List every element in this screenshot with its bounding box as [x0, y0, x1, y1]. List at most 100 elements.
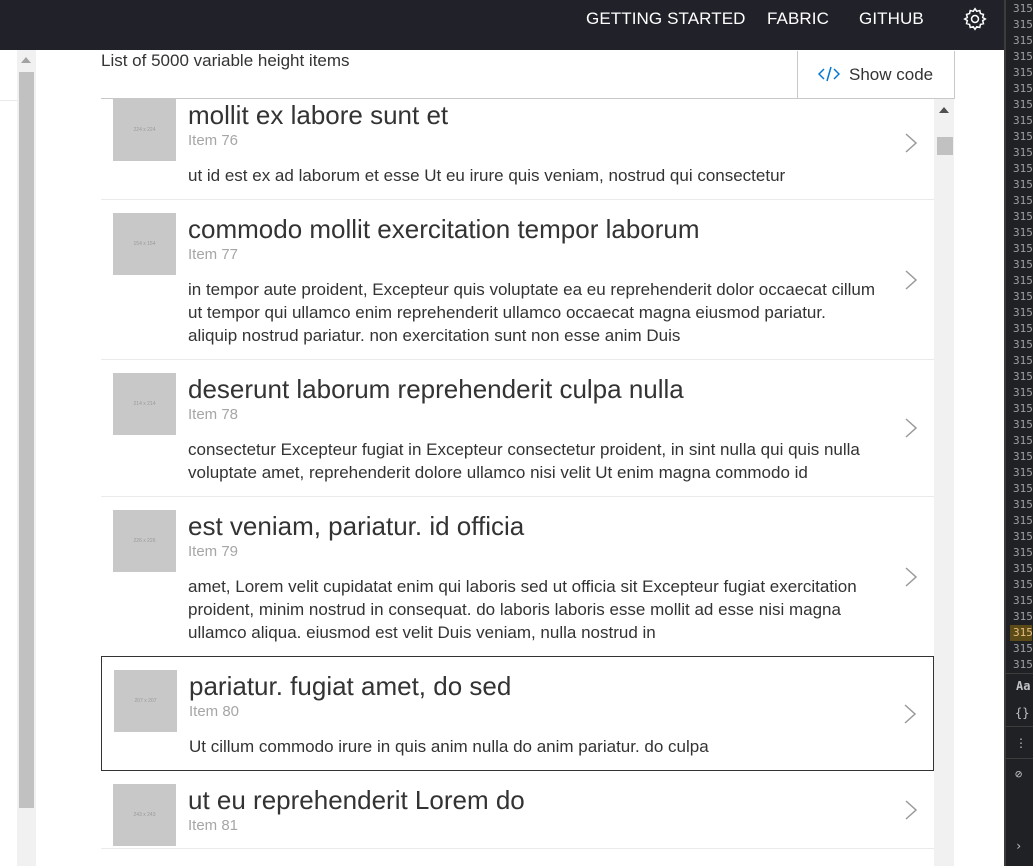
show-code-button[interactable]: Show code: [797, 51, 955, 99]
list-title: List of 5000 variable height items: [101, 51, 350, 70]
variable-height-list[interactable]: 224 x 224 mollit ex labore sunt et Item 76…: [101, 98, 954, 866]
chevron-right-icon[interactable]: [904, 269, 918, 291]
list-item[interactable]: 214 x 214 deserunt laborum reprehenderit …: [101, 360, 934, 497]
item-index: Item 79: [188, 543, 239, 560]
item-description: amet, Lorem velit cupidatat enim qui lab…: [188, 577, 857, 642]
match-case-icon[interactable]: Aa: [1016, 679, 1030, 693]
nav-getting-started[interactable]: GETTING STARTED: [586, 0, 746, 38]
nav-github[interactable]: GITHUB: [859, 0, 924, 38]
item-name: commodo mollit exercitation tempor labor…: [188, 214, 700, 244]
devtools-line-number: 315: [1013, 498, 1033, 511]
devtools-line-number: 315: [1013, 450, 1033, 463]
devtools-line-number: 315: [1013, 482, 1033, 495]
chevron-right-icon[interactable]: [904, 799, 918, 821]
item-name: est veniam, pariatur. id officia: [188, 511, 525, 541]
devtools-line-number: 315: [1013, 402, 1033, 415]
devtools-line-number: 315: [1013, 546, 1033, 559]
expand-chevron-icon[interactable]: ›: [1015, 839, 1022, 853]
devtools-line-number: 315: [1013, 434, 1033, 447]
show-code-label: Show code: [849, 65, 934, 84]
devtools-line-number: 315: [1013, 514, 1033, 527]
devtools-line-number: 315: [1013, 130, 1033, 143]
item-description: Ut cillum commodo irure in quis anim nul…: [189, 737, 709, 756]
gear-icon[interactable]: [962, 6, 988, 32]
devtools-line-number: 315: [1013, 370, 1033, 383]
page-scrollbar-thumb[interactable]: [19, 72, 34, 808]
devtools-line-number: 315: [1013, 386, 1033, 399]
devtools-line-number: 315: [1013, 66, 1033, 79]
devtools-line-number: 315: [1013, 658, 1033, 671]
item-index: Item 76: [188, 132, 239, 149]
devtools-line-number: 315: [1013, 82, 1033, 95]
item-index: Item 78: [188, 406, 239, 423]
list-item[interactable]: 226 x 226 est veniam, pariatur. id offici…: [101, 497, 934, 657]
devtools-line-number: 315: [1013, 162, 1033, 175]
devtools-line-number: 315: [1013, 562, 1033, 575]
left-pane: [0, 50, 17, 866]
item-index: Item 80: [189, 703, 240, 720]
top-nav-bar: GETTING STARTED FABRIC GITHUB: [0, 0, 1004, 50]
devtools-line-number: 315: [1013, 98, 1033, 111]
item-name: mollit ex labore sunt et: [188, 100, 449, 130]
devtools-line-number: 315: [1013, 226, 1033, 239]
devtools-line-number: 315: [1013, 18, 1033, 31]
item-thumbnail: 243 x 243: [113, 784, 176, 846]
chevron-right-icon[interactable]: [904, 132, 918, 154]
devtools-line-number: 315: [1013, 530, 1033, 543]
devtools-line-number: 315: [1013, 258, 1033, 271]
devtools-line-number: 315: [1013, 466, 1033, 479]
item-thumbnail: 214 x 214: [113, 373, 176, 435]
devtools-line-number: 315: [1013, 418, 1033, 431]
chevron-right-icon[interactable]: [903, 703, 917, 725]
item-description: consectetur Excepteur fugiat in Excepteu…: [188, 440, 860, 482]
list-scroll-up-arrow-icon[interactable]: [939, 107, 949, 113]
item-index: Item 81: [188, 817, 239, 834]
devtools-separator: [1006, 673, 1033, 674]
format-braces-icon[interactable]: {}: [1015, 706, 1029, 720]
devtools-line-number: 315: [1013, 642, 1033, 655]
devtools-line-number: 315: [1013, 146, 1033, 159]
list-item[interactable]: 224 x 224 mollit ex labore sunt et Item 76…: [101, 99, 934, 200]
devtools-line-number: 315: [1013, 594, 1033, 607]
devtools-line-number: 315: [1013, 114, 1033, 127]
item-thumbnail: 224 x 224: [113, 99, 176, 161]
item-thumbnail: 226 x 226: [113, 510, 176, 572]
page-scroll-up-arrow-icon[interactable]: [21, 57, 31, 63]
clear-console-icon[interactable]: ⊘: [1015, 767, 1022, 781]
list-item[interactable]: 154 x 154 commodo mollit exercitation tem…: [101, 200, 934, 360]
list-item[interactable]: 207 x 207 pariatur. fugiat amet, do sed It…: [101, 656, 934, 771]
devtools-panel: 315 315 315 315 315 315 315 315 315 315 315 315 315 3…: [1004, 0, 1033, 866]
devtools-line-number: 315: [1013, 194, 1033, 207]
code-icon: [818, 66, 840, 82]
item-index: Item 77: [188, 246, 239, 263]
devtools-separator: [1006, 758, 1033, 759]
list-item[interactable]: 243 x 243 ut eu reprehenderit Lorem do Ite…: [101, 771, 934, 849]
list-scrollbar-track[interactable]: [934, 99, 954, 866]
list-content: 224 x 224 mollit ex labore sunt et Item 76…: [101, 99, 934, 849]
devtools-line-number: 315: [1013, 306, 1033, 319]
devtools-line-number: 315: [1013, 578, 1033, 591]
devtools-line-number: 315: [1013, 210, 1033, 223]
nav-fabric[interactable]: FABRIC: [767, 0, 829, 38]
devtools-line-number: 315: [1013, 338, 1033, 351]
chevron-right-icon[interactable]: [904, 566, 918, 588]
item-description: ut id est ex ad laborum et esse Ut eu ir…: [188, 166, 786, 185]
left-pane-divider: [0, 100, 17, 101]
item-description: in tempor aute proident, Excepteur quis …: [188, 280, 876, 345]
chevron-right-icon[interactable]: [904, 417, 918, 439]
devtools-line-number: 315: [1013, 354, 1033, 367]
item-name: deserunt laborum reprehenderit culpa nul…: [188, 374, 684, 404]
item-thumbnail: 154 x 154: [113, 213, 176, 275]
devtools-line-number: 315: [1013, 178, 1033, 191]
devtools-separator: [1006, 726, 1033, 727]
devtools-line-number: 315: [1010, 625, 1032, 641]
devtools-line-number: 315: [1013, 242, 1033, 255]
list-scrollbar-thumb[interactable]: [937, 137, 953, 155]
devtools-line-number: 315: [1013, 274, 1033, 287]
more-vertical-icon[interactable]: ⋮: [1015, 736, 1027, 750]
devtools-line-number: 315: [1013, 34, 1033, 47]
devtools-line-number: 315: [1013, 610, 1033, 623]
devtools-line-number: 315: [1013, 50, 1033, 63]
item-thumbnail: 207 x 207: [114, 670, 177, 732]
item-name: pariatur. fugiat amet, do sed: [189, 671, 512, 701]
